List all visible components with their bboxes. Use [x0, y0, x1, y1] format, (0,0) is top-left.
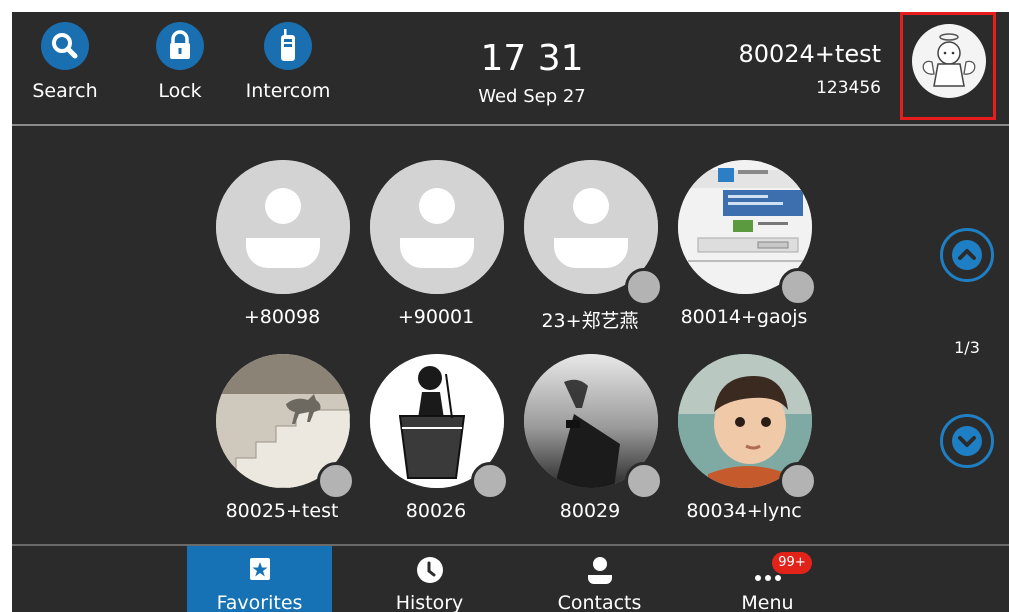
phone-screen: Search Lock Intercom 17 31 Wed Sep 27 80…	[12, 12, 1009, 612]
favorite-name: 80029	[559, 500, 621, 522]
favorite-contact[interactable]: +90001	[366, 160, 516, 360]
presence-unknown-icon	[625, 268, 663, 306]
clock: 17 31 Wed Sep 27	[432, 38, 632, 107]
favorite-name: +80098	[243, 306, 321, 328]
account-number: 123456	[816, 78, 881, 98]
tab-contacts[interactable]: Contacts	[527, 546, 672, 612]
top-bar: Search Lock Intercom 17 31 Wed Sep 27 80…	[12, 12, 1009, 124]
lock-label: Lock	[158, 80, 202, 102]
page-up-button[interactable]	[940, 228, 994, 282]
tab-favorites[interactable]: Favorites	[187, 546, 332, 612]
account-avatar	[912, 24, 986, 98]
search-button[interactable]: Search	[15, 22, 115, 122]
favorite-contact[interactable]: 80026	[366, 354, 516, 554]
account-info: 80024+test 123456	[738, 40, 881, 98]
presence-available-icon	[973, 87, 986, 98]
favorites-star-icon	[249, 558, 270, 580]
notification-badge: 99+	[772, 552, 812, 574]
favorite-name: +90001	[397, 306, 475, 328]
favorite-contact[interactable]: 80029	[520, 354, 670, 554]
tab-menu[interactable]: 99+ Menu	[695, 546, 840, 612]
presence-unknown-icon	[779, 268, 817, 306]
tab-favorites-label: Favorites	[216, 592, 303, 612]
bottom-divider	[12, 544, 1009, 546]
intercom-button[interactable]: Intercom	[238, 22, 338, 122]
contacts-person-icon	[587, 557, 612, 584]
angel-avatar-icon	[922, 33, 976, 87]
default-avatar-icon	[370, 160, 504, 294]
favorite-name: 23+郑艺燕	[541, 310, 639, 332]
tab-contacts-label: Contacts	[557, 592, 642, 612]
favorite-name: 80034+lync	[686, 500, 802, 522]
favorite-contact[interactable]: 23+郑艺燕	[520, 160, 670, 360]
intercom-label: Intercom	[245, 80, 331, 102]
favorite-contact[interactable]: 80014+gaojs	[674, 160, 824, 360]
chevron-up-icon	[952, 240, 982, 270]
clock-time: 17 31	[480, 38, 584, 79]
presence-unknown-icon	[471, 462, 509, 500]
presence-unknown-icon	[317, 462, 355, 500]
top-divider	[12, 124, 1009, 126]
clock-icon	[416, 557, 443, 583]
chevron-down-icon	[952, 426, 982, 456]
lock-icon	[156, 22, 204, 70]
favorite-name: 80014+gaojs	[680, 306, 808, 328]
page-indicator: 1/3	[954, 338, 980, 357]
tab-history-label: History	[395, 592, 464, 612]
account-name: 80024+test	[738, 40, 881, 68]
account-avatar-button[interactable]	[900, 12, 996, 120]
presence-unknown-icon	[779, 462, 817, 500]
lock-button[interactable]: Lock	[130, 22, 230, 122]
presence-unknown-icon	[625, 462, 663, 500]
favorite-name: 80025+test	[225, 500, 339, 522]
tab-history[interactable]: History	[357, 546, 502, 612]
default-avatar-icon	[216, 160, 350, 294]
tab-menu-label: Menu	[741, 592, 794, 612]
search-icon	[41, 22, 89, 70]
search-label: Search	[32, 80, 98, 102]
page-down-button[interactable]	[940, 414, 994, 468]
favorite-contact[interactable]: 80034+lync	[674, 354, 824, 554]
favorite-name: 80026	[405, 500, 467, 522]
favorite-contact[interactable]: 80025+test	[212, 354, 362, 554]
favorite-contact[interactable]: +80098	[212, 160, 362, 360]
intercom-icon	[264, 22, 312, 70]
clock-date: Wed Sep 27	[478, 86, 586, 107]
